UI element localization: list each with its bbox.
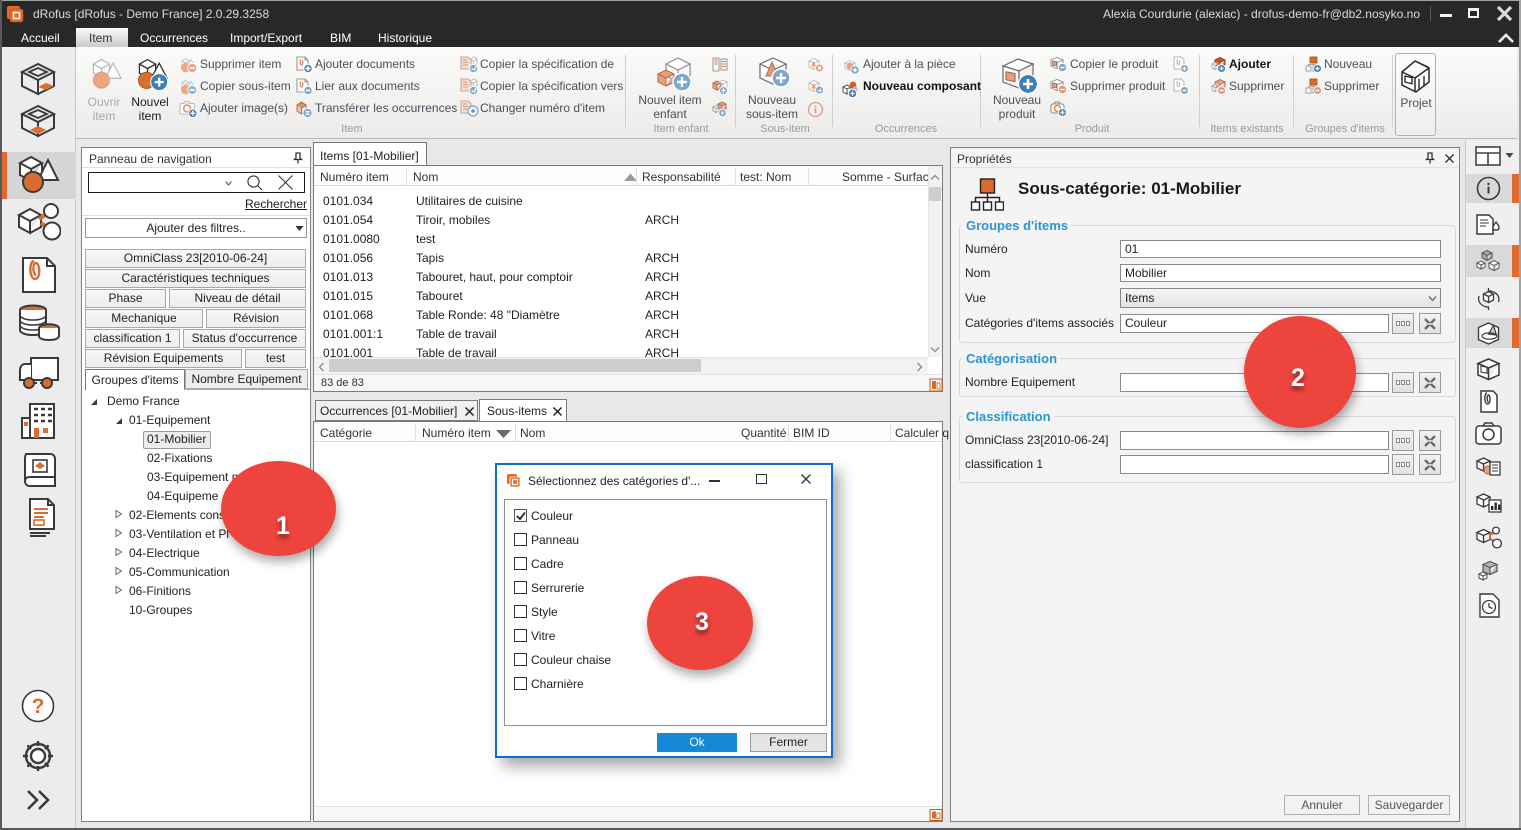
svg-text:?: ? [32,695,45,718]
